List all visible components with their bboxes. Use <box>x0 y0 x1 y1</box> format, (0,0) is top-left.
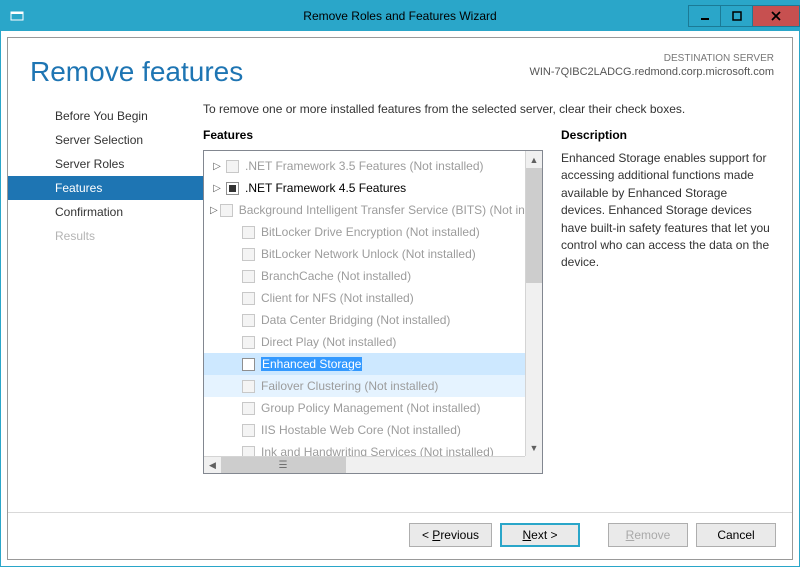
feature-label: BitLocker Network Unlock (Not installed) <box>261 247 476 261</box>
page-title: Remove features <box>30 56 243 88</box>
minimize-button[interactable] <box>688 5 721 27</box>
footer: < Previous Next > Remove Cancel <box>8 512 792 559</box>
nav-item-confirmation[interactable]: Confirmation <box>8 200 203 224</box>
expander-icon[interactable]: ▷ <box>210 161 224 172</box>
feature-checkbox[interactable] <box>226 182 239 195</box>
features-heading: Features <box>203 128 543 142</box>
feature-label: IIS Hostable Web Core (Not installed) <box>261 423 461 437</box>
feature-row[interactable]: ▷ .NET Framework 3.5 Features (Not instal… <box>204 155 542 177</box>
next-button[interactable]: Next > <box>500 523 580 547</box>
content-panel: Remove features DESTINATION SERVER WIN-7… <box>7 37 793 560</box>
main-panel: To remove one or more installed features… <box>203 102 774 512</box>
feature-label: Background Intelligent Transfer Service … <box>239 203 542 217</box>
description-heading: Description <box>561 128 774 142</box>
feature-label: .NET Framework 3.5 Features (Not install… <box>245 159 484 173</box>
vscroll-thumb[interactable] <box>526 168 542 283</box>
expander-icon[interactable]: ▷ <box>210 183 224 194</box>
body-row: Before You BeginServer SelectionServer R… <box>8 88 792 512</box>
scroll-corner <box>525 456 542 473</box>
feature-label: Enhanced Storage <box>261 357 362 371</box>
destination-block: DESTINATION SERVER WIN-7QIBC2LADCG.redmo… <box>529 52 774 79</box>
nav-item-before-you-begin[interactable]: Before You Begin <box>8 104 203 128</box>
feature-row[interactable]: BitLocker Drive Encryption (Not installe… <box>204 221 542 243</box>
feature-row[interactable]: Data Center Bridging (Not installed) <box>204 309 542 331</box>
feature-checkbox <box>242 380 255 393</box>
columns: Features ▷ .NET Framework 3.5 Features (N… <box>203 128 774 512</box>
close-button[interactable] <box>752 5 800 27</box>
feature-checkbox <box>242 424 255 437</box>
feature-label: Group Policy Management (Not installed) <box>261 401 480 415</box>
scroll-down-icon[interactable]: ▼ <box>526 439 542 456</box>
feature-checkbox[interactable] <box>242 358 255 371</box>
nav-item-server-selection[interactable]: Server Selection <box>8 128 203 152</box>
feature-checkbox <box>242 314 255 327</box>
wizard-nav: Before You BeginServer SelectionServer R… <box>8 102 203 512</box>
feature-checkbox <box>226 160 239 173</box>
titlebar: Remove Roles and Features Wizard <box>1 1 799 31</box>
feature-checkbox <box>242 336 255 349</box>
feature-checkbox <box>220 204 233 217</box>
feature-row[interactable]: Group Policy Management (Not installed) <box>204 397 542 419</box>
maximize-button[interactable] <box>720 5 753 27</box>
features-scroll: ▷ .NET Framework 3.5 Features (Not instal… <box>204 151 542 473</box>
feature-row[interactable]: Enhanced Storage <box>204 353 542 375</box>
vertical-scrollbar[interactable]: ▲ ▼ <box>525 151 542 456</box>
feature-row[interactable]: Failover Clustering (Not installed) <box>204 375 542 397</box>
instruction-text: To remove one or more installed features… <box>203 102 774 116</box>
feature-label: Data Center Bridging (Not installed) <box>261 313 450 327</box>
destination-server: WIN-7QIBC2LADCG.redmond.corp.microsoft.c… <box>529 65 774 79</box>
feature-row[interactable]: IIS Hostable Web Core (Not installed) <box>204 419 542 441</box>
nav-item-features[interactable]: Features <box>8 176 203 200</box>
expander-icon[interactable]: ▷ <box>210 205 218 216</box>
wizard-window: Remove Roles and Features Wizard Remove … <box>0 0 800 567</box>
feature-label: Failover Clustering (Not installed) <box>261 379 438 393</box>
feature-label: .NET Framework 4.5 Features <box>245 181 406 195</box>
hscroll-thumb[interactable]: ☰ <box>221 457 346 473</box>
feature-row[interactable]: Direct Play (Not installed) <box>204 331 542 353</box>
nav-item-server-roles[interactable]: Server Roles <box>8 152 203 176</box>
feature-checkbox <box>242 402 255 415</box>
nav-item-results: Results <box>8 224 203 248</box>
feature-label: BitLocker Drive Encryption (Not installe… <box>261 225 480 239</box>
scroll-up-icon[interactable]: ▲ <box>526 151 542 168</box>
feature-checkbox <box>242 248 255 261</box>
features-listbox[interactable]: ▷ .NET Framework 3.5 Features (Not instal… <box>203 150 543 474</box>
feature-checkbox <box>242 270 255 283</box>
horizontal-scrollbar[interactable]: ◀ ☰ ▶ <box>204 456 542 473</box>
feature-checkbox <box>242 226 255 239</box>
remove-button: Remove <box>608 523 688 547</box>
feature-label: BranchCache (Not installed) <box>261 269 411 283</box>
cancel-button[interactable]: Cancel <box>696 523 776 547</box>
description-column: Description Enhanced Storage enables sup… <box>561 128 774 512</box>
window-title: Remove Roles and Features Wizard <box>1 9 799 23</box>
feature-row[interactable]: ▷ .NET Framework 4.5 Features <box>204 177 542 199</box>
feature-label: Direct Play (Not installed) <box>261 335 396 349</box>
scroll-left-icon[interactable]: ◀ <box>204 457 221 473</box>
feature-row[interactable]: BranchCache (Not installed) <box>204 265 542 287</box>
feature-row[interactable]: ▷ Background Intelligent Transfer Service… <box>204 199 542 221</box>
feature-checkbox <box>242 292 255 305</box>
features-column: Features ▷ .NET Framework 3.5 Features (N… <box>203 128 543 512</box>
feature-label: Client for NFS (Not installed) <box>261 291 414 305</box>
feature-row[interactable]: Client for NFS (Not installed) <box>204 287 542 309</box>
header-row: Remove features DESTINATION SERVER WIN-7… <box>8 38 792 88</box>
destination-label: DESTINATION SERVER <box>529 52 774 65</box>
previous-button[interactable]: < Previous <box>409 523 492 547</box>
titlebar-buttons <box>688 5 799 27</box>
feature-row[interactable]: BitLocker Network Unlock (Not installed) <box>204 243 542 265</box>
description-text: Enhanced Storage enables support for acc… <box>561 150 774 272</box>
